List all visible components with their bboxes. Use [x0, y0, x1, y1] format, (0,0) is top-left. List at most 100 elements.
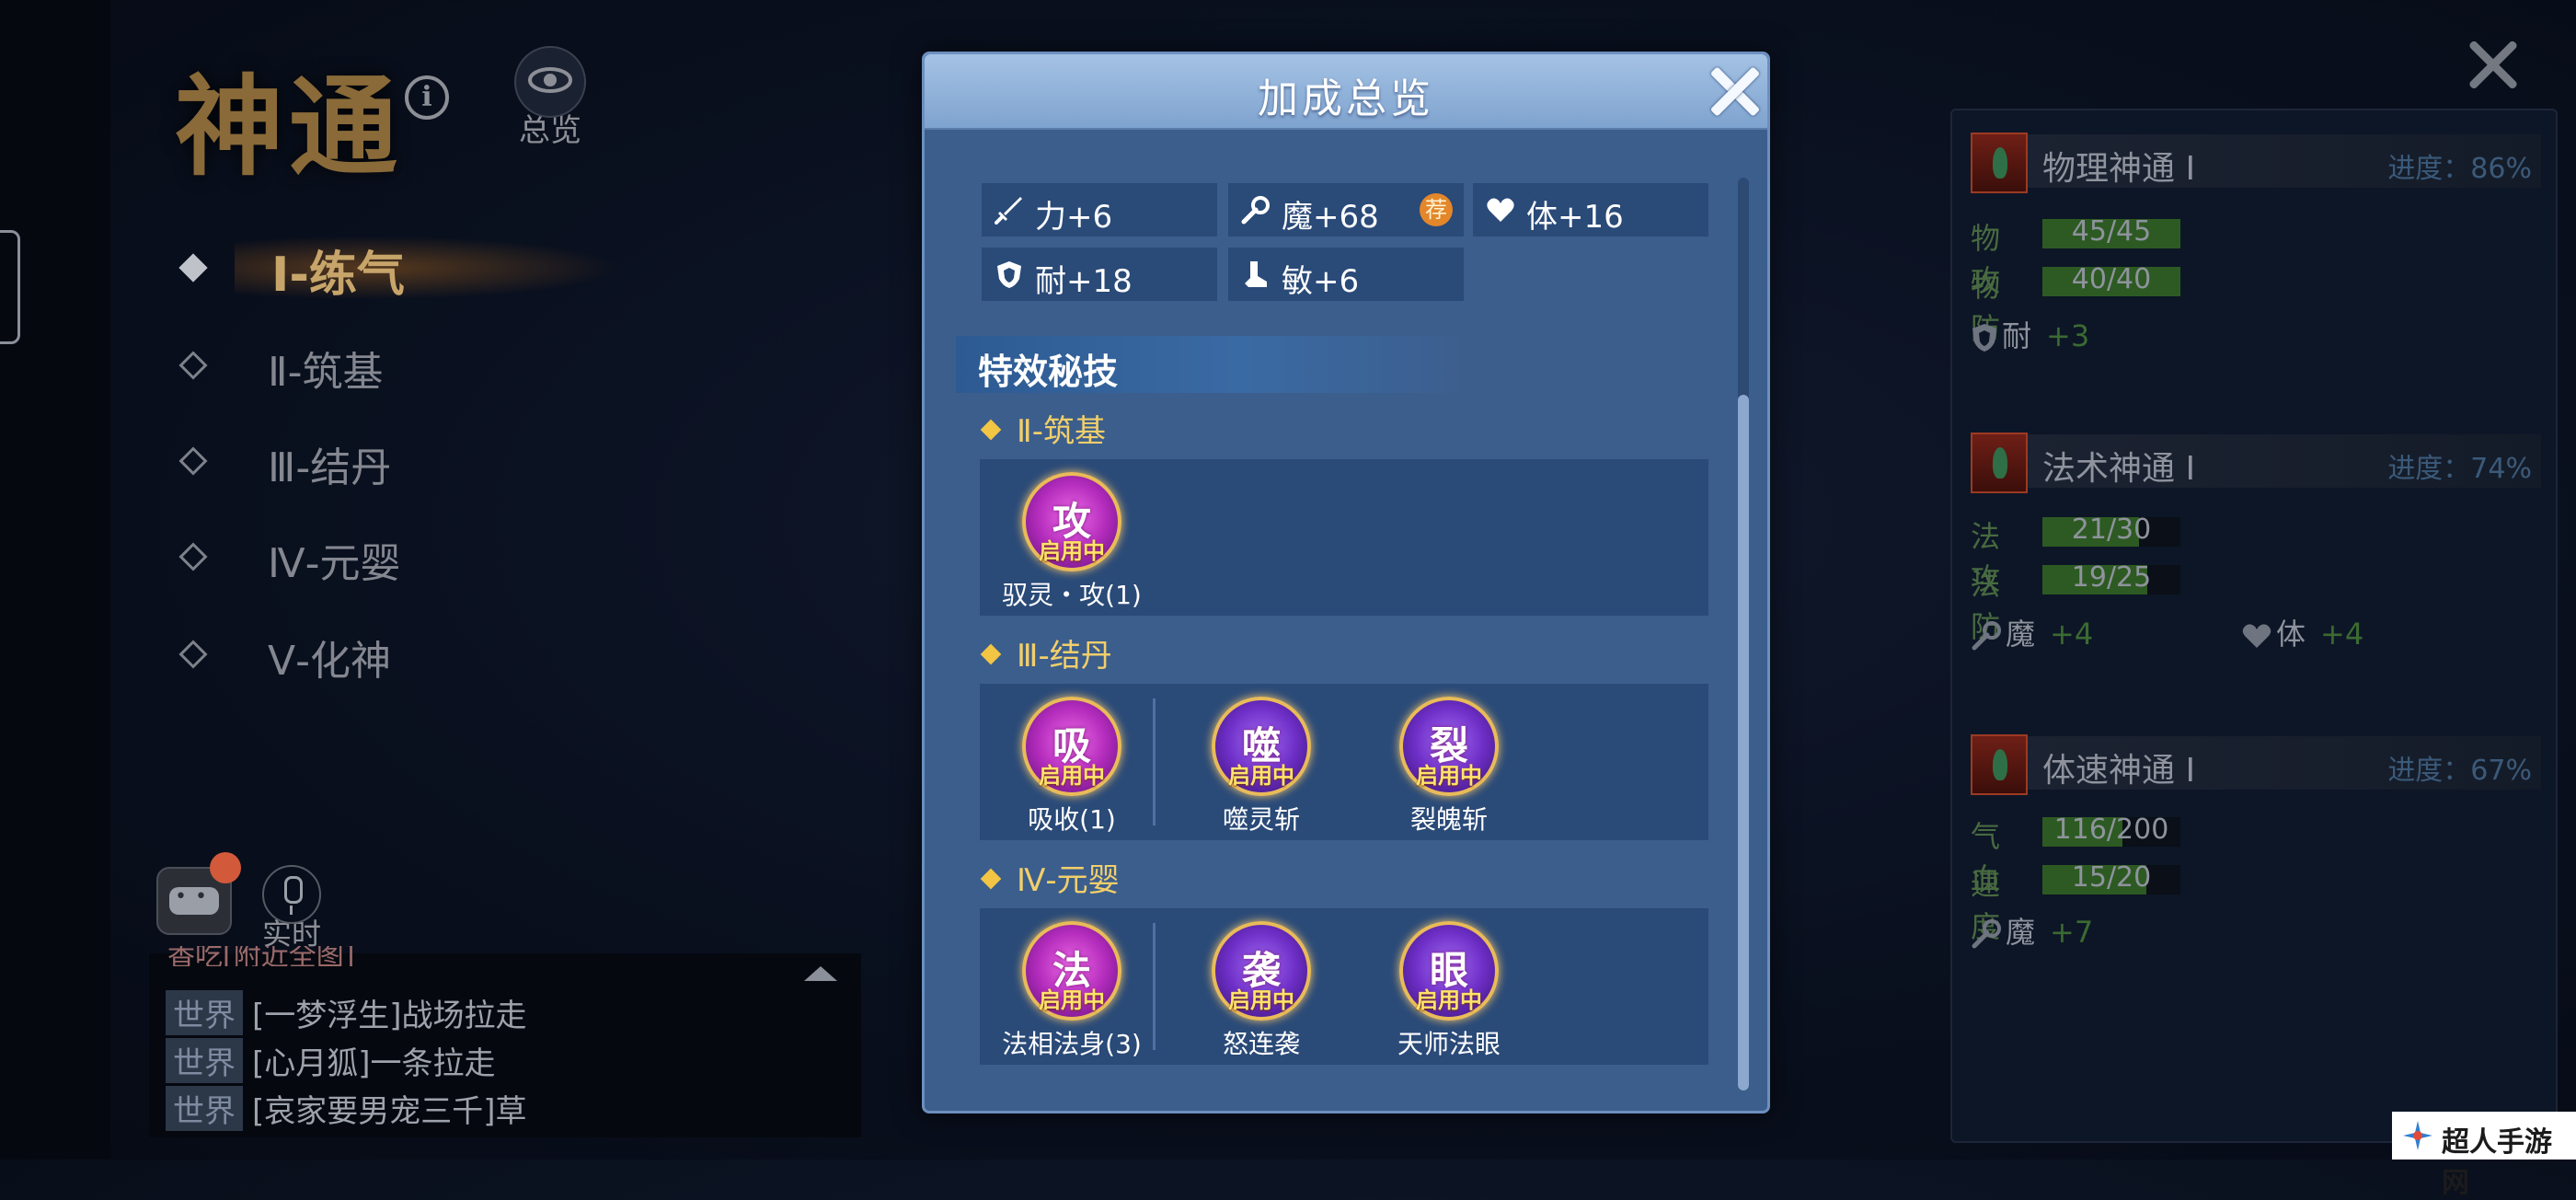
section-physical: 物理神通 Ⅰ 进度：86% 物攻 45/45 物防 40/40 耐+3: [1971, 133, 2541, 353]
attribute-agility: 敏+6: [1228, 248, 1464, 301]
skill-divider: [1153, 923, 1156, 1050]
skill-row: 吸 启用中 吸收(1) 噬 启用中 噬灵斩 裂 启用中 裂魄斩: [980, 684, 1708, 840]
channel-tag: 世界: [166, 990, 243, 1035]
attribute-text: 体+16: [1526, 199, 1624, 236]
level-item-5[interactable]: Ⅴ-化神: [178, 628, 731, 685]
wand-icon: [1241, 196, 1270, 225]
skill-name: 驭灵・攻(1): [1002, 580, 1142, 610]
skill-name: 怒连袭: [1222, 1029, 1300, 1059]
bonus-label: 魔: [2006, 617, 2036, 652]
skill-name: 吸收(1): [1028, 804, 1116, 835]
page-title: 神通: [175, 63, 404, 190]
section-title: 特效秘技: [978, 352, 1119, 392]
microphone-icon: [262, 865, 321, 924]
side-drawer-handle[interactable]: [0, 230, 20, 344]
skill-name: 噬灵斩: [1222, 804, 1300, 835]
attribute-text: 力+6: [1035, 199, 1113, 236]
flame-crystal-icon: [1971, 133, 2028, 193]
close-icon[interactable]: [1705, 62, 1764, 121]
tier-label: Ⅲ-结丹: [983, 630, 1112, 675]
skill-item[interactable]: 眼 启用中 天师法眼: [1357, 921, 1541, 1061]
bonus-value: +3: [2046, 318, 2090, 353]
page-close-icon[interactable]: [2466, 37, 2521, 92]
attribute-magic: 魔+68 荐: [1228, 183, 1464, 237]
skill-status: 启用中: [1416, 763, 1482, 789]
shield-icon: [1972, 324, 1996, 352]
skill-item[interactable]: 噬 启用中 噬灵斩: [1169, 697, 1353, 837]
bonus-label: 体: [2276, 617, 2306, 652]
section-header: 体速神通 Ⅰ 进度：67%: [1971, 734, 2541, 795]
modal-title: 加成总览: [1258, 75, 1434, 122]
heart-icon: [2242, 624, 2271, 648]
heart-icon: [1487, 198, 1514, 222]
wand-icon: [1972, 919, 2001, 949]
skill-item[interactable]: 吸 启用中 吸收(1): [980, 697, 1164, 837]
attribute-text: 魔+68: [1282, 199, 1379, 236]
diamond-icon: [178, 542, 208, 571]
chat-text: [一梦浮生]战场拉走: [252, 998, 527, 1034]
section-title: 法术神通 Ⅰ: [2042, 450, 2196, 488]
chat-message: 世界 [一梦浮生]战场拉走: [166, 990, 527, 1035]
skill-item[interactable]: 法 启用中 法相法身(3): [980, 921, 1164, 1061]
skill-status: 启用中: [1228, 987, 1294, 1013]
section-title: 体速神通 Ⅰ: [2042, 752, 2196, 790]
level-item-1[interactable]: Ⅰ-练气: [178, 236, 731, 303]
stat-value: 19/25: [2071, 561, 2152, 594]
skill-row: 法 启用中 法相法身(3) 袭 启用中 怒连袭 眼 启用中 天师法眼: [980, 908, 1708, 1065]
skill-name: 裂魄斩: [1409, 804, 1488, 835]
skill-item[interactable]: 攻 启用中 驭灵・攻(1): [980, 472, 1164, 612]
diamond-icon: [178, 253, 208, 283]
eye-icon: [514, 46, 586, 118]
left-edge-bar: [0, 0, 110, 1160]
section-header: 物理神通 Ⅰ 进度：86%: [1971, 133, 2541, 193]
bonus-value: +7: [2050, 915, 2094, 950]
chat-text: [哀家要男宠三千]草: [252, 1093, 527, 1130]
voice-button[interactable]: 实时: [259, 865, 324, 953]
chat-expand-icon[interactable]: [804, 966, 837, 981]
flame-crystal-icon: [1971, 433, 2028, 493]
bonus-item: 魔 +4: [1971, 611, 2093, 652]
bonus-value: +4: [2320, 617, 2364, 652]
recommend-badge: 荐: [1420, 193, 1453, 226]
chat-message: 世界 [心月狐]一条拉走: [166, 1038, 496, 1083]
bonus-label: 魔: [2006, 915, 2036, 950]
attribute-text: 耐+18: [1035, 263, 1133, 300]
diamond-icon: [178, 351, 208, 380]
shield-icon: [997, 261, 1021, 288]
level-item-3[interactable]: Ⅲ-结丹: [178, 434, 731, 491]
chat-message: 世界 [哀家要男宠三千]草: [166, 1086, 527, 1131]
skill-divider: [1153, 698, 1156, 825]
skill-name: 法相法身(3): [1002, 1029, 1142, 1059]
chat-bubble-icon: [169, 885, 219, 931]
level-item-2[interactable]: Ⅱ-筑基: [178, 339, 731, 396]
info-icon[interactable]: i: [405, 75, 449, 120]
skill-item[interactable]: 袭 启用中 怒连袭: [1169, 921, 1353, 1061]
attribute-strength: 力+6: [982, 183, 1217, 237]
section-body-speed: 体速神通 Ⅰ 进度：67% 气血 116/200 速度 15/20 魔 +7: [1971, 734, 2541, 955]
modal-header: 加成总览: [925, 54, 1767, 130]
chat-panel[interactable]: 香吃[附近全图] 世界 [一梦浮生]战场拉走 世界 [心月狐]一条拉走 世界 [哀家要…: [149, 946, 861, 1137]
attribute-endurance: 耐+18: [982, 248, 1217, 301]
right-stat-panel: 物理神通 Ⅰ 进度：86% 物攻 45/45 物防 40/40 耐+3 法术神通…: [1950, 109, 2558, 1143]
level-label: Ⅰ-练气: [271, 248, 405, 303]
skill-orb-icon: 眼 启用中: [1399, 921, 1499, 1021]
boot-icon: [1245, 261, 1267, 287]
scrollbar-thumb[interactable]: [1738, 395, 1749, 1090]
watermark-logo-icon: [2403, 1121, 2432, 1150]
bonus-item: 体 +4: [2241, 611, 2363, 652]
skill-orb-icon: 吸 启用中: [1022, 697, 1121, 796]
stat-value: 40/40: [2071, 263, 2152, 295]
channel-tag: 世界: [166, 1086, 243, 1131]
tier-label: Ⅳ-元婴: [983, 855, 1120, 900]
level-item-4[interactable]: Ⅳ-元婴: [178, 530, 731, 587]
skill-item[interactable]: 裂 启用中 裂魄斩: [1357, 697, 1541, 837]
chat-cut-line: 香吃[附近全图]: [167, 946, 355, 966]
skill-orb-icon: 噬 启用中: [1212, 697, 1311, 796]
stat-value: 15/20: [2071, 861, 2152, 894]
section-progress: 进度：74%: [2387, 453, 2532, 485]
stat-value: 45/45: [2071, 215, 2152, 248]
stat-value: 21/30: [2071, 513, 2152, 546]
skill-status: 启用中: [1416, 987, 1482, 1013]
section-magic: 法术神通 Ⅰ 进度：74% 法攻 21/30 法防 19/25 魔 +4 体 +4: [1971, 433, 2541, 672]
overview-button[interactable]: 总览: [513, 46, 587, 150]
